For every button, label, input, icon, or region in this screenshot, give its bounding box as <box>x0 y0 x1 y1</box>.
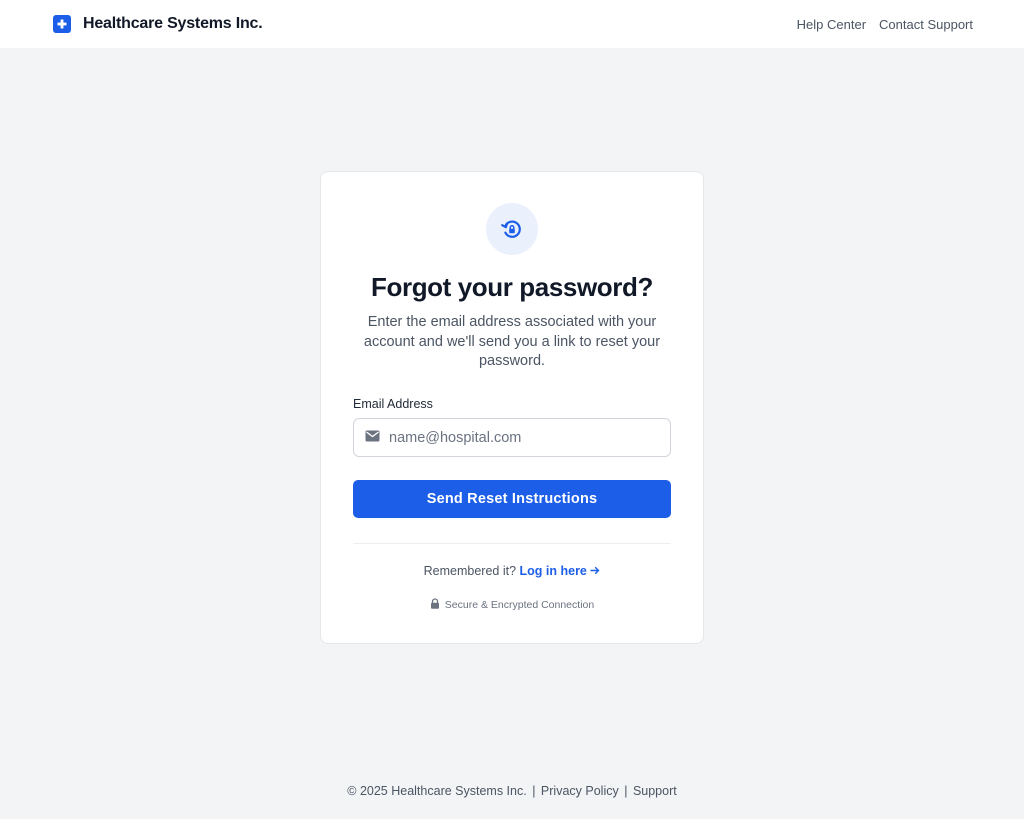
secure-connection-note: Secure & Encrypted Connection <box>321 598 703 612</box>
login-prompt: Remembered it? Log in here <box>321 564 703 578</box>
help-center-link[interactable]: Help Center <box>797 17 866 32</box>
copyright-text: © 2025 Healthcare Systems Inc. <box>347 784 527 798</box>
contact-support-link[interactable]: Contact Support <box>879 17 973 32</box>
brand[interactable]: Healthcare Systems Inc. <box>53 15 263 33</box>
remember-text: Remembered it? <box>423 564 517 578</box>
top-navbar: Healthcare Systems Inc. Help Center Cont… <box>0 0 1024 48</box>
email-input[interactable] <box>389 429 670 446</box>
email-label: Email Address <box>353 397 433 411</box>
login-link[interactable]: Log in here <box>520 564 601 578</box>
envelope-icon <box>365 429 380 447</box>
arrow-right-icon <box>590 564 600 578</box>
lock-reset-icon <box>486 203 538 255</box>
support-link[interactable]: Support <box>633 784 677 798</box>
top-nav: Help Center Contact Support <box>797 17 973 32</box>
email-field[interactable] <box>353 418 671 457</box>
divider <box>353 543 671 544</box>
login-link-label: Log in here <box>519 564 587 578</box>
footer-separator: | <box>532 784 536 798</box>
lock-icon <box>430 598 440 612</box>
footer-separator: | <box>624 784 628 798</box>
reset-password-card: Forgot your password? Enter the email ad… <box>320 171 704 644</box>
secure-text: Secure & Encrypted Connection <box>444 599 595 611</box>
medical-cross-icon <box>53 15 71 33</box>
page-footer: © 2025 Healthcare Systems Inc. | Privacy… <box>0 784 1024 798</box>
page-title: Forgot your password? <box>371 272 653 302</box>
page-description: Enter the email address associated with … <box>363 314 661 369</box>
privacy-policy-link[interactable]: Privacy Policy <box>541 784 619 798</box>
brand-name: Healthcare Systems Inc. <box>83 15 263 32</box>
send-reset-button[interactable]: Send Reset Instructions <box>353 480 671 518</box>
